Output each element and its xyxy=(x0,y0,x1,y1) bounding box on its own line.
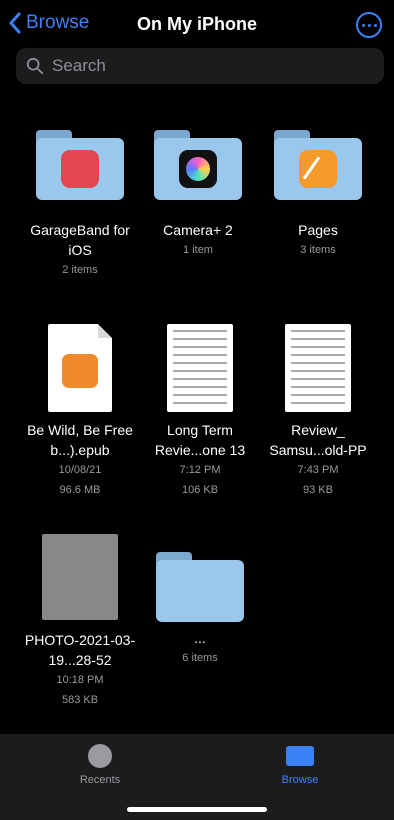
item-name: Be Wild, Be Free b...).epub xyxy=(27,422,133,458)
item-size: 106 KB xyxy=(181,484,219,496)
navigation-bar: Browse On My iPhone xyxy=(0,0,394,48)
page-title: On My iPhone xyxy=(136,14,257,34)
more-dot-icon xyxy=(367,23,371,27)
item-name: Long Term Revie...one 13 xyxy=(154,422,246,458)
camera-app-icon xyxy=(179,150,217,188)
books-icon xyxy=(62,354,98,388)
item-date: 10:18 PM xyxy=(56,674,104,686)
more-dot-icon xyxy=(361,23,365,27)
file-epub[interactable]: Be Wild, Be Free b...).epub 10/08/21 96.… xyxy=(20,324,140,500)
item-name: ... xyxy=(194,630,206,646)
item-meta: 6 items xyxy=(182,652,218,664)
item-name: GarageBand for iOS xyxy=(30,222,130,258)
folder-icon xyxy=(286,746,314,766)
garageband-app-icon xyxy=(61,150,99,188)
tab-recents[interactable]: Recents xyxy=(60,744,140,786)
item-date: 10/08/21 xyxy=(58,464,102,476)
document-thumbnail xyxy=(167,324,233,412)
tab-bar: Recents Browse xyxy=(0,734,394,820)
pages-app-icon xyxy=(299,150,337,188)
search-placeholder: Search xyxy=(52,56,106,75)
folder-garageband[interactable]: GarageBand for iOS 2 items xyxy=(20,130,140,280)
folder-icon xyxy=(156,552,244,622)
more-options-button[interactable] xyxy=(356,12,382,38)
item-name: Pages xyxy=(298,222,338,238)
folder-pages[interactable]: Pages 3 items xyxy=(258,130,378,260)
item-size: 583 KB xyxy=(61,694,99,706)
item-date: 7:43 PM xyxy=(297,464,339,476)
home-indicator[interactable] xyxy=(127,807,267,812)
item-date: 7:12 PM xyxy=(179,464,221,476)
item-meta: 2 items xyxy=(62,264,98,276)
folder-unnamed[interactable]: ... 6 items xyxy=(140,552,260,668)
document-thumbnail xyxy=(285,324,351,412)
tab-label: Recents xyxy=(79,774,121,786)
item-name: PHOTO-2021-03-19...28-52 xyxy=(24,632,136,668)
file-review-samsung[interactable]: Review_ Samsu...old-PP 7:43 PM 93 KB xyxy=(258,324,378,500)
item-name: Review_ Samsu...old-PP xyxy=(269,422,367,458)
clock-icon xyxy=(88,744,112,768)
item-size: 96.6 MB xyxy=(59,484,101,496)
file-photo[interactable]: PHOTO-2021-03-19...28-52 10:18 PM 583 KB xyxy=(20,534,140,710)
folder-camera-plus-2[interactable]: Camera+ 2 1 item xyxy=(138,130,258,260)
tab-label: Browse xyxy=(281,774,319,786)
tab-browse[interactable]: Browse xyxy=(260,744,340,786)
item-meta: 1 item xyxy=(183,244,213,256)
item-name: Camera+ 2 xyxy=(163,222,233,238)
document-thumbnail xyxy=(48,324,112,412)
item-meta: 3 items xyxy=(300,244,336,256)
file-long-term-review[interactable]: Long Term Revie...one 13 7:12 PM 106 KB xyxy=(140,324,260,500)
photo-thumbnail xyxy=(42,534,118,620)
item-size: 93 KB xyxy=(303,484,333,496)
search-field[interactable]: Search xyxy=(16,48,384,84)
more-dot-icon xyxy=(373,23,377,27)
search-icon xyxy=(26,57,44,75)
